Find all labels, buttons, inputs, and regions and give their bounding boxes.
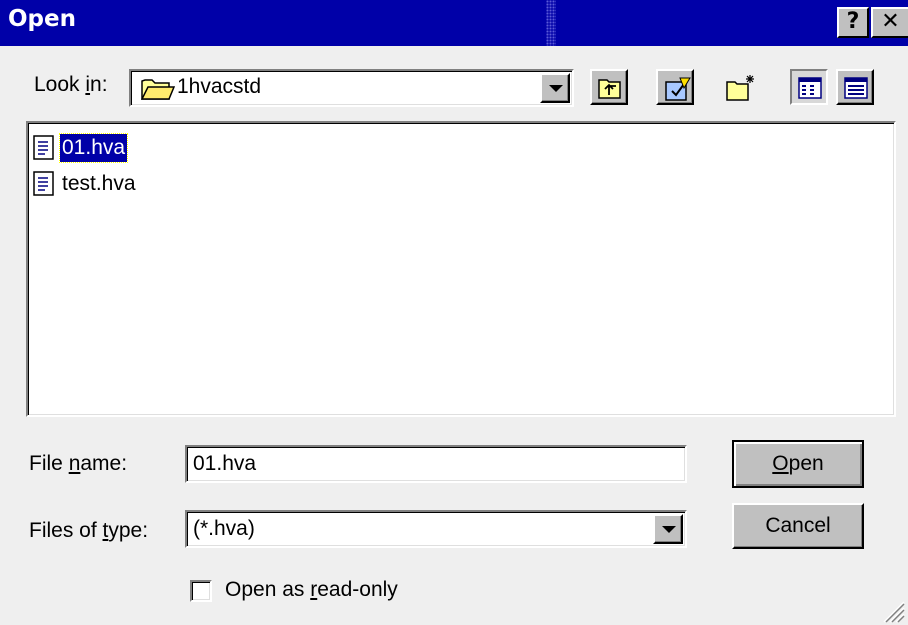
folder-icon [141, 79, 175, 100]
file-name-label: test.hva [62, 172, 136, 195]
cancel-button-label: Cancel [765, 514, 831, 537]
document-icon [33, 171, 54, 196]
file-type-value: (*.hva) [193, 517, 255, 540]
details-view-icon [844, 77, 868, 99]
resize-grip-icon[interactable] [880, 598, 906, 624]
title-bar-texture [546, 0, 556, 46]
document-icon [33, 135, 54, 160]
details-view-button[interactable] [836, 69, 874, 105]
file-item-01-hva[interactable]: 01.hva [33, 133, 129, 163]
file-list[interactable]: 01.hva test.hva [26, 121, 896, 417]
file-name-label: File name: [29, 452, 128, 475]
file-type-label: Files of type: [29, 519, 149, 542]
open-button-label: Open [772, 452, 824, 475]
open-button[interactable]: Open [732, 440, 864, 488]
read-only-label[interactable]: Open as read-only [225, 578, 398, 602]
file-type-dropdown-arrow[interactable] [653, 514, 683, 544]
read-only-checkbox[interactable] [190, 580, 212, 602]
cancel-button[interactable]: Cancel [732, 503, 864, 549]
close-button[interactable]: ✕ [871, 7, 908, 38]
file-item-test-hva[interactable]: test.hva [33, 169, 138, 199]
look-in-value: 1hvacstd [177, 75, 262, 98]
file-type-select[interactable]: (*.hva) [185, 510, 687, 548]
look-in-label: Look in: [34, 73, 108, 96]
create-new-folder-button[interactable] [720, 69, 758, 105]
up-one-level-button[interactable] [590, 69, 628, 105]
dialog-title: Open [8, 6, 76, 32]
file-name-value: 01.hva [193, 452, 257, 475]
look-in-dropdown-arrow[interactable] [540, 73, 570, 103]
look-in-combo[interactable]: 1hvacstd [129, 69, 574, 107]
list-view-icon [798, 77, 822, 99]
list-view-button[interactable] [790, 69, 828, 105]
file-name-label: 01.hva [58, 133, 129, 163]
title-bar[interactable]: Open ? ✕ [0, 0, 908, 46]
favorites-icon [665, 77, 691, 101]
file-name-input[interactable]: 01.hva [185, 445, 687, 483]
help-button[interactable]: ? [837, 7, 869, 38]
folder-up-icon [598, 79, 621, 99]
open-dialog: Open ? ✕ Look in: 1hvacstd 01.hva test.h… [0, 0, 908, 625]
new-folder-icon [726, 75, 754, 101]
look-in-favorites-button[interactable] [656, 69, 694, 105]
